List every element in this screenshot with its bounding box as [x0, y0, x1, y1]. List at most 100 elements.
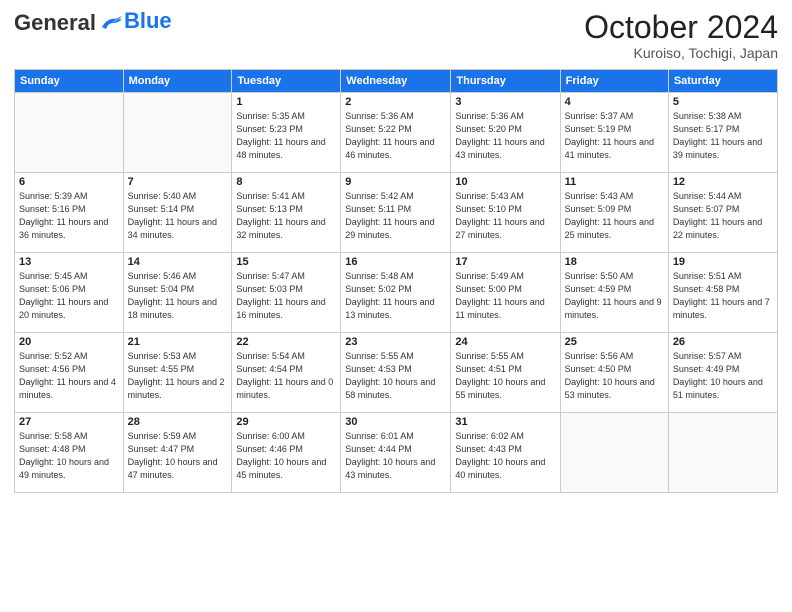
- calendar-cell: 3 Sunrise: 5:36 AM Sunset: 5:20 PM Daylig…: [451, 93, 560, 173]
- day-number: 30: [345, 416, 446, 428]
- calendar-cell: 7Sunrise: 5:40 AM Sunset: 5:14 PM Daylig…: [123, 173, 232, 253]
- calendar-cell: 1 Sunrise: 5:35 AM Sunset: 5:23 PM Daylig…: [232, 93, 341, 173]
- weekday-header-friday: Friday: [560, 70, 668, 93]
- day-info: Sunrise: 5:49 AM Sunset: 5:00 PM Dayligh…: [455, 270, 555, 322]
- calendar-cell: 10 Sunrise: 5:43 AM Sunset: 5:10 PM Dayli…: [451, 173, 560, 253]
- calendar-cell: [15, 93, 124, 173]
- day-info: Sunrise: 5:48 AM Sunset: 5:02 PM Dayligh…: [345, 270, 446, 322]
- day-info: Sunrise: 5:58 AM Sunset: 4:48 PM Dayligh…: [19, 430, 119, 482]
- day-number: 25: [565, 336, 664, 348]
- day-number: 20: [19, 336, 119, 348]
- calendar-cell: 16 Sunrise: 5:48 AM Sunset: 5:02 PM Dayli…: [341, 253, 451, 333]
- day-info: Sunrise: 5:53 AM Sunset: 4:55 PM Dayligh…: [128, 350, 228, 402]
- day-number: 2: [345, 96, 446, 108]
- day-info: Sunrise: 5:57 AM Sunset: 4:49 PM Dayligh…: [673, 350, 773, 402]
- day-info: Sunrise: 5:38 AM Sunset: 5:17 PM Dayligh…: [673, 110, 773, 162]
- day-number: 18: [565, 256, 664, 268]
- day-info: Sunrise: 5:43 AM Sunset: 5:10 PM Dayligh…: [455, 190, 555, 242]
- day-number: 15: [236, 256, 336, 268]
- calendar-cell: 24 Sunrise: 5:55 AM Sunset: 4:51 PM Dayli…: [451, 333, 560, 413]
- calendar-cell: 20Sunrise: 5:52 AM Sunset: 4:56 PM Dayli…: [15, 333, 124, 413]
- day-info: Sunrise: 5:36 AM Sunset: 5:22 PM Dayligh…: [345, 110, 446, 162]
- day-number: 6: [19, 176, 119, 188]
- day-info: Sunrise: 6:01 AM Sunset: 4:44 PM Dayligh…: [345, 430, 446, 482]
- calendar-cell: 6Sunrise: 5:39 AM Sunset: 5:16 PM Daylig…: [15, 173, 124, 253]
- calendar-cell: 22 Sunrise: 5:54 AM Sunset: 4:54 PM Dayli…: [232, 333, 341, 413]
- day-info: Sunrise: 5:54 AM Sunset: 4:54 PM Dayligh…: [236, 350, 336, 402]
- day-number: 13: [19, 256, 119, 268]
- week-row-2: 6Sunrise: 5:39 AM Sunset: 5:16 PM Daylig…: [15, 173, 778, 253]
- calendar-cell: [123, 93, 232, 173]
- day-info: Sunrise: 5:40 AM Sunset: 5:14 PM Dayligh…: [128, 190, 228, 242]
- week-row-4: 20Sunrise: 5:52 AM Sunset: 4:56 PM Dayli…: [15, 333, 778, 413]
- calendar-cell: 15 Sunrise: 5:47 AM Sunset: 5:03 PM Dayli…: [232, 253, 341, 333]
- calendar-cell: [560, 413, 668, 493]
- day-number: 17: [455, 256, 555, 268]
- logo-blue: Blue: [124, 8, 172, 34]
- weekday-header-sunday: Sunday: [15, 70, 124, 93]
- day-info: Sunrise: 5:55 AM Sunset: 4:51 PM Dayligh…: [455, 350, 555, 402]
- day-number: 8: [236, 176, 336, 188]
- day-number: 19: [673, 256, 773, 268]
- day-number: 3: [455, 96, 555, 108]
- weekday-header-tuesday: Tuesday: [232, 70, 341, 93]
- day-info: Sunrise: 5:50 AM Sunset: 4:59 PM Dayligh…: [565, 270, 664, 322]
- page-container: General Blue October 2024 Kuroiso, Tochi…: [0, 0, 792, 501]
- day-info: Sunrise: 5:45 AM Sunset: 5:06 PM Dayligh…: [19, 270, 119, 322]
- calendar-cell: 23 Sunrise: 5:55 AM Sunset: 4:53 PM Dayli…: [341, 333, 451, 413]
- day-number: 14: [128, 256, 228, 268]
- day-number: 1: [236, 96, 336, 108]
- calendar-cell: 21Sunrise: 5:53 AM Sunset: 4:55 PM Dayli…: [123, 333, 232, 413]
- day-number: 27: [19, 416, 119, 428]
- week-row-3: 13 Sunrise: 5:45 AM Sunset: 5:06 PM Dayli…: [15, 253, 778, 333]
- day-info: Sunrise: 6:02 AM Sunset: 4:43 PM Dayligh…: [455, 430, 555, 482]
- calendar-cell: 13 Sunrise: 5:45 AM Sunset: 5:06 PM Dayli…: [15, 253, 124, 333]
- calendar-cell: 11Sunrise: 5:43 AM Sunset: 5:09 PM Dayli…: [560, 173, 668, 253]
- day-number: 4: [565, 96, 664, 108]
- day-number: 24: [455, 336, 555, 348]
- day-number: 26: [673, 336, 773, 348]
- calendar-cell: 14 Sunrise: 5:46 AM Sunset: 5:04 PM Dayli…: [123, 253, 232, 333]
- day-info: Sunrise: 5:47 AM Sunset: 5:03 PM Dayligh…: [236, 270, 336, 322]
- day-number: 5: [673, 96, 773, 108]
- day-number: 12: [673, 176, 773, 188]
- week-row-1: 1 Sunrise: 5:35 AM Sunset: 5:23 PM Daylig…: [15, 93, 778, 173]
- location: Kuroiso, Tochigi, Japan: [584, 45, 778, 61]
- day-number: 23: [345, 336, 446, 348]
- day-number: 11: [565, 176, 664, 188]
- calendar-cell: 28 Sunrise: 5:59 AM Sunset: 4:47 PM Dayli…: [123, 413, 232, 493]
- calendar-table: SundayMondayTuesdayWednesdayThursdayFrid…: [14, 69, 778, 493]
- logo: General Blue: [14, 10, 172, 35]
- logo-bird-icon: [98, 13, 124, 35]
- calendar-cell: 9Sunrise: 5:42 AM Sunset: 5:11 PM Daylig…: [341, 173, 451, 253]
- weekday-header-monday: Monday: [123, 70, 232, 93]
- day-info: Sunrise: 5:37 AM Sunset: 5:19 PM Dayligh…: [565, 110, 664, 162]
- day-number: 22: [236, 336, 336, 348]
- calendar-cell: 2 Sunrise: 5:36 AM Sunset: 5:22 PM Daylig…: [341, 93, 451, 173]
- day-info: Sunrise: 5:56 AM Sunset: 4:50 PM Dayligh…: [565, 350, 664, 402]
- calendar-cell: 26 Sunrise: 5:57 AM Sunset: 4:49 PM Dayli…: [668, 333, 777, 413]
- day-info: Sunrise: 5:59 AM Sunset: 4:47 PM Dayligh…: [128, 430, 228, 482]
- calendar-cell: 31Sunrise: 6:02 AM Sunset: 4:43 PM Dayli…: [451, 413, 560, 493]
- day-number: 10: [455, 176, 555, 188]
- calendar-cell: 19 Sunrise: 5:51 AM Sunset: 4:58 PM Dayli…: [668, 253, 777, 333]
- day-number: 28: [128, 416, 228, 428]
- title-block: October 2024 Kuroiso, Tochigi, Japan: [584, 10, 778, 61]
- day-number: 16: [345, 256, 446, 268]
- month-title: October 2024: [584, 10, 778, 45]
- day-info: Sunrise: 5:35 AM Sunset: 5:23 PM Dayligh…: [236, 110, 336, 162]
- calendar-cell: 30 Sunrise: 6:01 AM Sunset: 4:44 PM Dayli…: [341, 413, 451, 493]
- day-info: Sunrise: 5:46 AM Sunset: 5:04 PM Dayligh…: [128, 270, 228, 322]
- logo-general: General: [14, 10, 96, 35]
- calendar-cell: 17 Sunrise: 5:49 AM Sunset: 5:00 PM Dayli…: [451, 253, 560, 333]
- week-row-5: 27 Sunrise: 5:58 AM Sunset: 4:48 PM Dayli…: [15, 413, 778, 493]
- weekday-header-wednesday: Wednesday: [341, 70, 451, 93]
- day-info: Sunrise: 5:36 AM Sunset: 5:20 PM Dayligh…: [455, 110, 555, 162]
- weekday-header-saturday: Saturday: [668, 70, 777, 93]
- day-info: Sunrise: 5:44 AM Sunset: 5:07 PM Dayligh…: [673, 190, 773, 242]
- day-info: Sunrise: 5:51 AM Sunset: 4:58 PM Dayligh…: [673, 270, 773, 322]
- calendar-cell: 12 Sunrise: 5:44 AM Sunset: 5:07 PM Dayli…: [668, 173, 777, 253]
- day-info: Sunrise: 5:55 AM Sunset: 4:53 PM Dayligh…: [345, 350, 446, 402]
- weekday-header-thursday: Thursday: [451, 70, 560, 93]
- header: General Blue October 2024 Kuroiso, Tochi…: [14, 10, 778, 61]
